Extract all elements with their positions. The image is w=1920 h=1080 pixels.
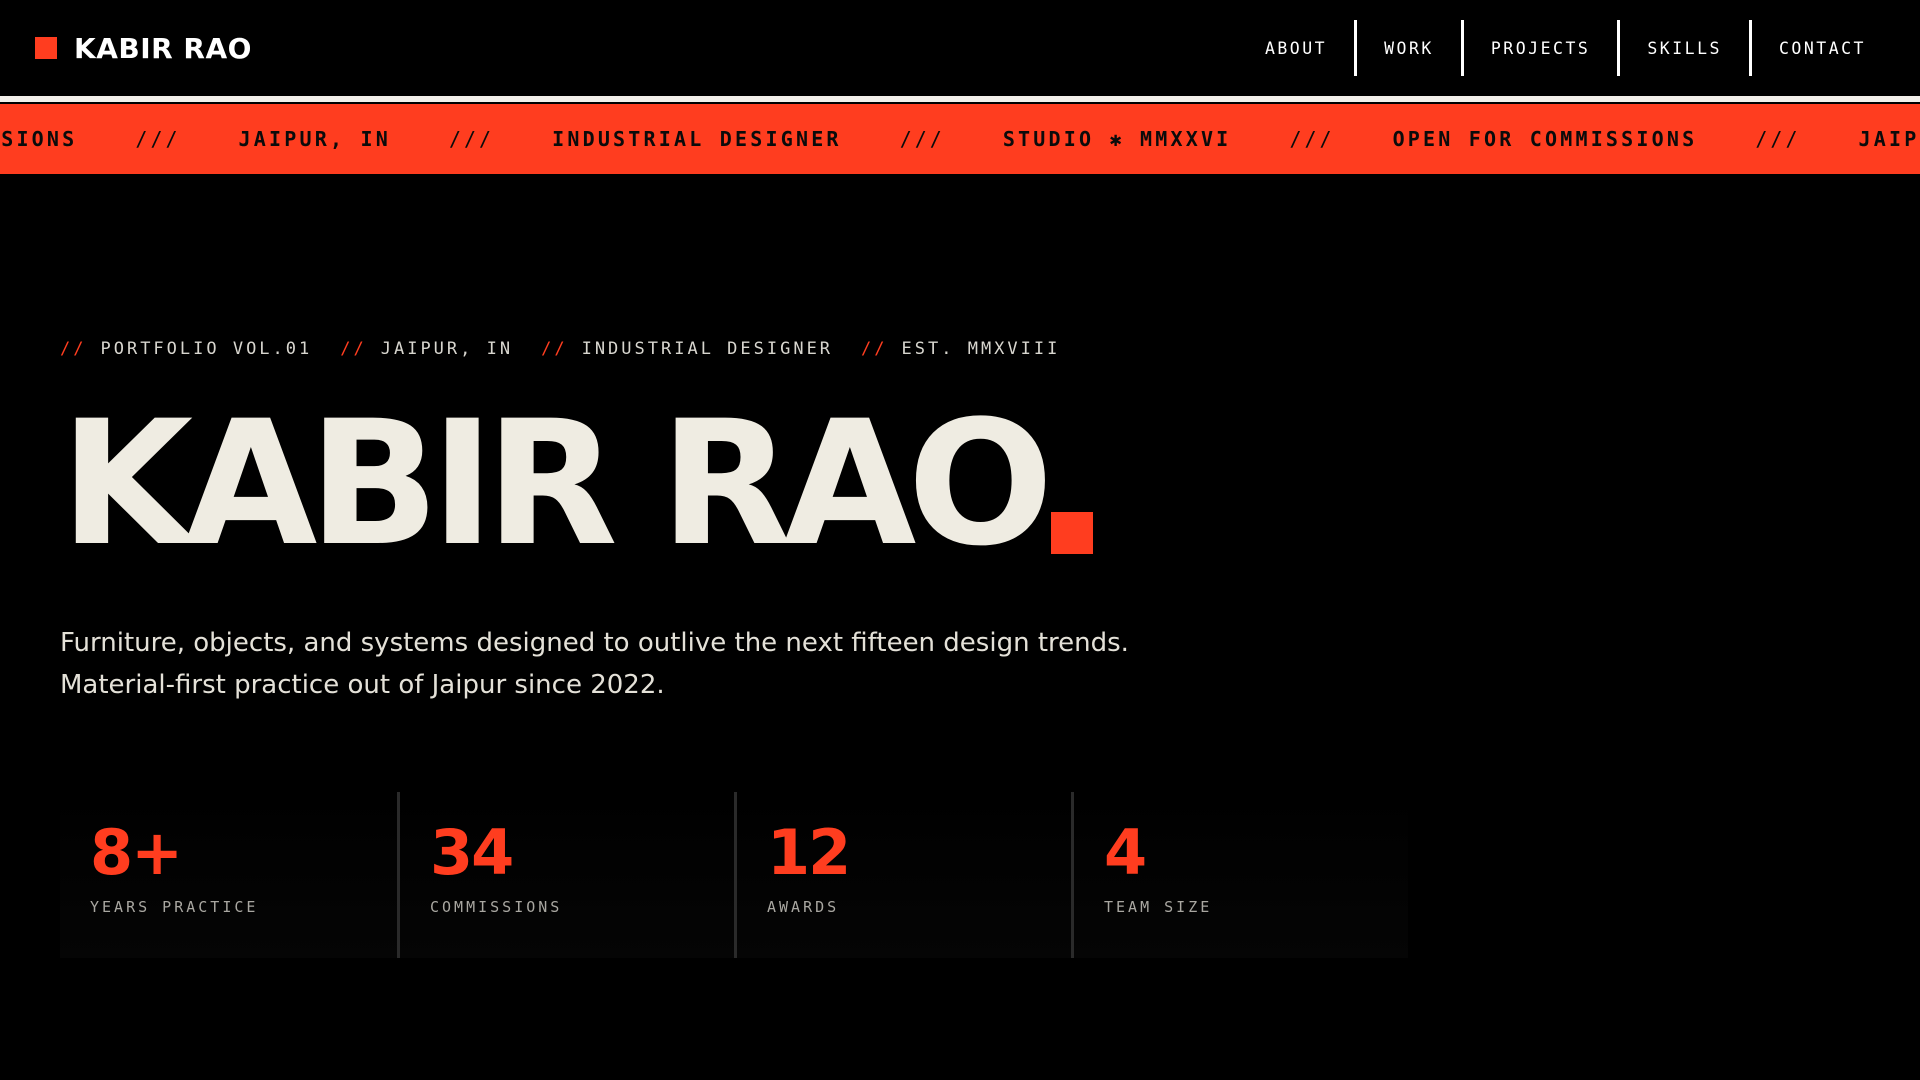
nav-link-projects[interactable]: PROJECTS [1460, 20, 1617, 76]
marquee-item: JAIPUR, IN [1858, 127, 1920, 151]
meta-item-established: EST. MMXVIII [901, 339, 1061, 359]
stat-value: 34 [430, 816, 514, 889]
marquee-item: STUDIO ✱ MMXXVI [1002, 127, 1232, 151]
meta-slash: // [340, 339, 367, 359]
stat-label: COMMISSIONS [430, 898, 563, 916]
hero-title-text: KABIR RAO [60, 383, 1054, 584]
hero-title: KABIR RAO [60, 398, 1093, 570]
nav-links: ABOUT WORK PROJECTS SKILLS CONTACT [1265, 20, 1866, 76]
nav-link-about[interactable]: ABOUT [1265, 20, 1354, 76]
stat-commissions: 34 COMMISSIONS [397, 792, 734, 958]
stat-team-size: 4 TEAM SIZE [1071, 792, 1408, 958]
brand-square-icon [35, 37, 57, 59]
marquee-track: OMMISSIONS /// JAIPUR, IN /// INDUSTRIAL… [0, 104, 1920, 174]
marquee-item: OPEN FOR COMMISSIONS [1392, 127, 1698, 151]
nav-divider [0, 96, 1920, 102]
marquee-separator: /// [135, 127, 181, 151]
meta-slash: // [861, 339, 888, 359]
meta-item-role: INDUSTRIAL DESIGNER [581, 339, 834, 359]
nav-link-work[interactable]: WORK [1354, 20, 1461, 76]
hero-meta-line: // PORTFOLIO VOL.01 // JAIPUR, IN // IND… [60, 336, 1088, 362]
marquee-banner: OMMISSIONS /// JAIPUR, IN /// INDUSTRIAL… [0, 104, 1920, 174]
top-nav: KABIR RAO ABOUT WORK PROJECTS SKILLS CON… [0, 0, 1920, 96]
hero-accent-square-icon [1050, 512, 1093, 554]
stat-years-practice: 8+ YEARS PRACTICE [60, 792, 397, 958]
marquee-separator: /// [1755, 127, 1801, 151]
meta-slash: // [541, 339, 568, 359]
stat-value: 12 [767, 816, 851, 889]
brand-logo[interactable]: KABIR RAO [35, 26, 252, 70]
nav-link-skills[interactable]: SKILLS [1617, 20, 1749, 76]
meta-slash: // [60, 339, 87, 359]
nav-link-contact[interactable]: CONTACT [1748, 20, 1866, 76]
marquee-separator: /// [899, 127, 945, 151]
stat-value: 8+ [90, 816, 183, 889]
brand-name: KABIR RAO [74, 31, 252, 65]
marquee-item: OMMISSIONS [0, 127, 78, 151]
marquee-separator: /// [1289, 127, 1335, 151]
hero-description: Furniture, objects, and systems designed… [60, 628, 1129, 700]
stat-awards: 12 AWARDS [734, 792, 1071, 958]
meta-item-location: JAIPUR, IN [380, 339, 514, 359]
marquee-separator: /// [448, 127, 495, 151]
stats-row: 8+ YEARS PRACTICE 34 COMMISSIONS 12 AWAR… [60, 792, 1408, 958]
stat-value: 4 [1104, 816, 1147, 889]
stat-label: YEARS PRACTICE [90, 898, 259, 916]
stat-label: TEAM SIZE [1104, 898, 1213, 916]
marquee-item: INDUSTRIAL DESIGNER [552, 127, 842, 151]
marquee-item: JAIPUR, IN [238, 127, 391, 151]
meta-item-portfolio: PORTFOLIO VOL.01 [100, 339, 313, 359]
stat-label: AWARDS [767, 898, 840, 916]
